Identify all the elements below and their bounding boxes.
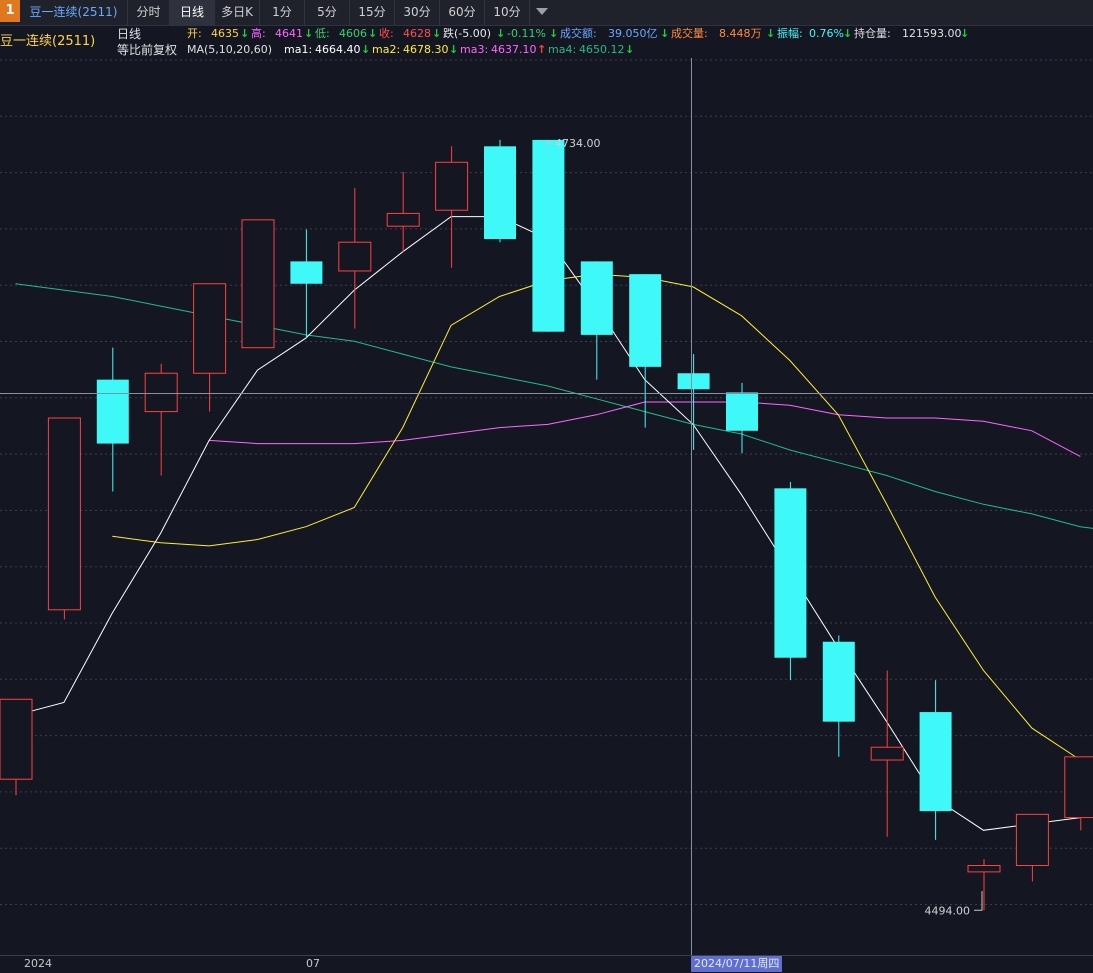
open-interest-value: 121593.00 <box>902 27 962 41</box>
candle-body-down <box>97 380 129 444</box>
change-value: 跌(-5.00) <box>443 27 491 41</box>
window-badge[interactable]: 1 <box>0 0 20 22</box>
arrow-down-icon: ↓ <box>240 27 249 41</box>
candle-body-up <box>339 242 371 271</box>
candle-body-up <box>145 373 177 411</box>
close-label: 收: <box>379 27 394 41</box>
cursor-date-label: 2024/07/11周四 <box>691 956 782 972</box>
ma2-label: ma2: <box>372 43 400 57</box>
x-axis <box>0 955 1093 973</box>
candle-body-up <box>436 162 468 210</box>
amount-label: 成交额: <box>560 27 597 41</box>
volume-label: 成交量: <box>671 27 708 41</box>
ma1-label: ma1: <box>284 43 312 57</box>
candle-body-down <box>678 373 710 389</box>
tab-10min[interactable]: 10分 <box>485 0 530 25</box>
ma3-value: 4637.10 <box>491 43 537 57</box>
candle-body-down <box>484 146 516 239</box>
candles <box>0 140 1093 910</box>
min-pointer <box>974 891 982 910</box>
tab-daily[interactable]: 日线 <box>170 0 215 25</box>
open-value: 4635 <box>211 27 239 41</box>
tab-30min[interactable]: 30分 <box>395 0 440 25</box>
candle-body-up <box>0 699 32 779</box>
low-label: 低: <box>315 27 330 41</box>
min-price-label: 4494.00 <box>925 904 971 917</box>
candle-body-down <box>532 140 564 332</box>
candle-body-down <box>726 392 758 430</box>
extreme-labels: 4734.00 4494.00 <box>547 137 982 917</box>
ma-params: MA(5,10,20,60) <box>187 43 272 57</box>
tab-1min[interactable]: 1分 <box>260 0 305 25</box>
candle-body-down <box>774 488 806 657</box>
period-toolbar: 1 豆一连续(2511) 分时 日线 多日K 1分 5分 15分 30分 60分… <box>0 0 1093 26</box>
candle-body-down <box>629 274 661 367</box>
arrow-down-icon: ↓ <box>766 27 775 41</box>
arrow-down-icon: ↓ <box>843 27 852 41</box>
tab-5min[interactable]: 5分 <box>305 0 350 25</box>
ma2-value: 4678.30 <box>403 43 449 57</box>
arrow-down-icon: ↓ <box>368 27 377 41</box>
arrow-down-icon: ↓ <box>549 27 558 41</box>
arrow-down-icon: ↓ <box>660 27 669 41</box>
candlestick-chart[interactable]: 4734.00 4494.00 <box>0 0 1093 972</box>
ma3-label: ma3: <box>460 43 488 57</box>
candle-body-up <box>48 418 80 610</box>
candle-body-up <box>194 284 226 374</box>
candle-body-down <box>823 642 855 722</box>
candle-body-up <box>968 866 1000 872</box>
candle-body-down <box>920 712 952 811</box>
chevron-down-icon[interactable] <box>536 8 548 15</box>
arrow-down-icon: ↓ <box>960 27 969 41</box>
arrow-down-icon: ↓ <box>432 27 441 41</box>
high-label: 高: <box>251 27 266 41</box>
arrow-down-icon: ↓ <box>449 43 458 57</box>
open-label: 开: <box>187 27 202 41</box>
tab-multiday[interactable]: 多日K <box>215 0 260 25</box>
arrow-down-icon: ↓ <box>361 43 370 57</box>
arrow-down-icon: ↓ <box>304 27 313 41</box>
candle-body-up <box>871 747 903 760</box>
amplitude-value: 0.76% <box>809 27 844 41</box>
candle-body-up <box>242 220 274 348</box>
ma4-label: ma4: <box>548 43 576 57</box>
high-value: 4641 <box>275 27 303 41</box>
candle-body-up <box>387 213 419 226</box>
ma4-value: 4650.12 <box>579 43 625 57</box>
max-price-label: 4734.00 <box>555 137 601 150</box>
arrow-down-icon: ↓ <box>625 43 634 57</box>
arrow-down-icon: ↓ <box>496 27 505 41</box>
candle-body-up <box>1016 814 1048 865</box>
change-pct: -0.11% <box>507 27 546 41</box>
adjust-label: 等比前复权 <box>117 43 177 57</box>
open-interest-label: 持仓量: <box>854 27 891 41</box>
instrument-name: 豆一连续(2511) <box>0 35 95 49</box>
candle-body-down <box>581 261 613 335</box>
tab-60min[interactable]: 60分 <box>440 0 485 25</box>
quote-info-bar: 豆一连续(2511) 日线 等比前复权 开: 4635 ↓ 高: 4641 ↓ … <box>0 25 1093 59</box>
candle-body-down <box>290 261 322 283</box>
x-tick-label: 2024 <box>24 957 52 970</box>
tab-intraday[interactable]: 分时 <box>128 0 170 25</box>
period-label: 日线 <box>117 27 141 41</box>
x-tick-label: 07 <box>306 957 320 970</box>
close-value: 4628 <box>403 27 431 41</box>
tab-symbol[interactable]: 豆一连续(2511) <box>20 0 128 25</box>
low-value: 4606 <box>339 27 367 41</box>
arrow-up-icon: ↑ <box>537 43 546 57</box>
candle-body-up <box>1065 757 1093 818</box>
tab-15min[interactable]: 15分 <box>350 0 395 25</box>
ma1-value: 4664.40 <box>315 43 361 57</box>
volume-value: 8.448万 <box>719 27 762 41</box>
amplitude-label: 振幅: <box>777 27 803 41</box>
amount-value: 39.050亿 <box>608 27 658 41</box>
